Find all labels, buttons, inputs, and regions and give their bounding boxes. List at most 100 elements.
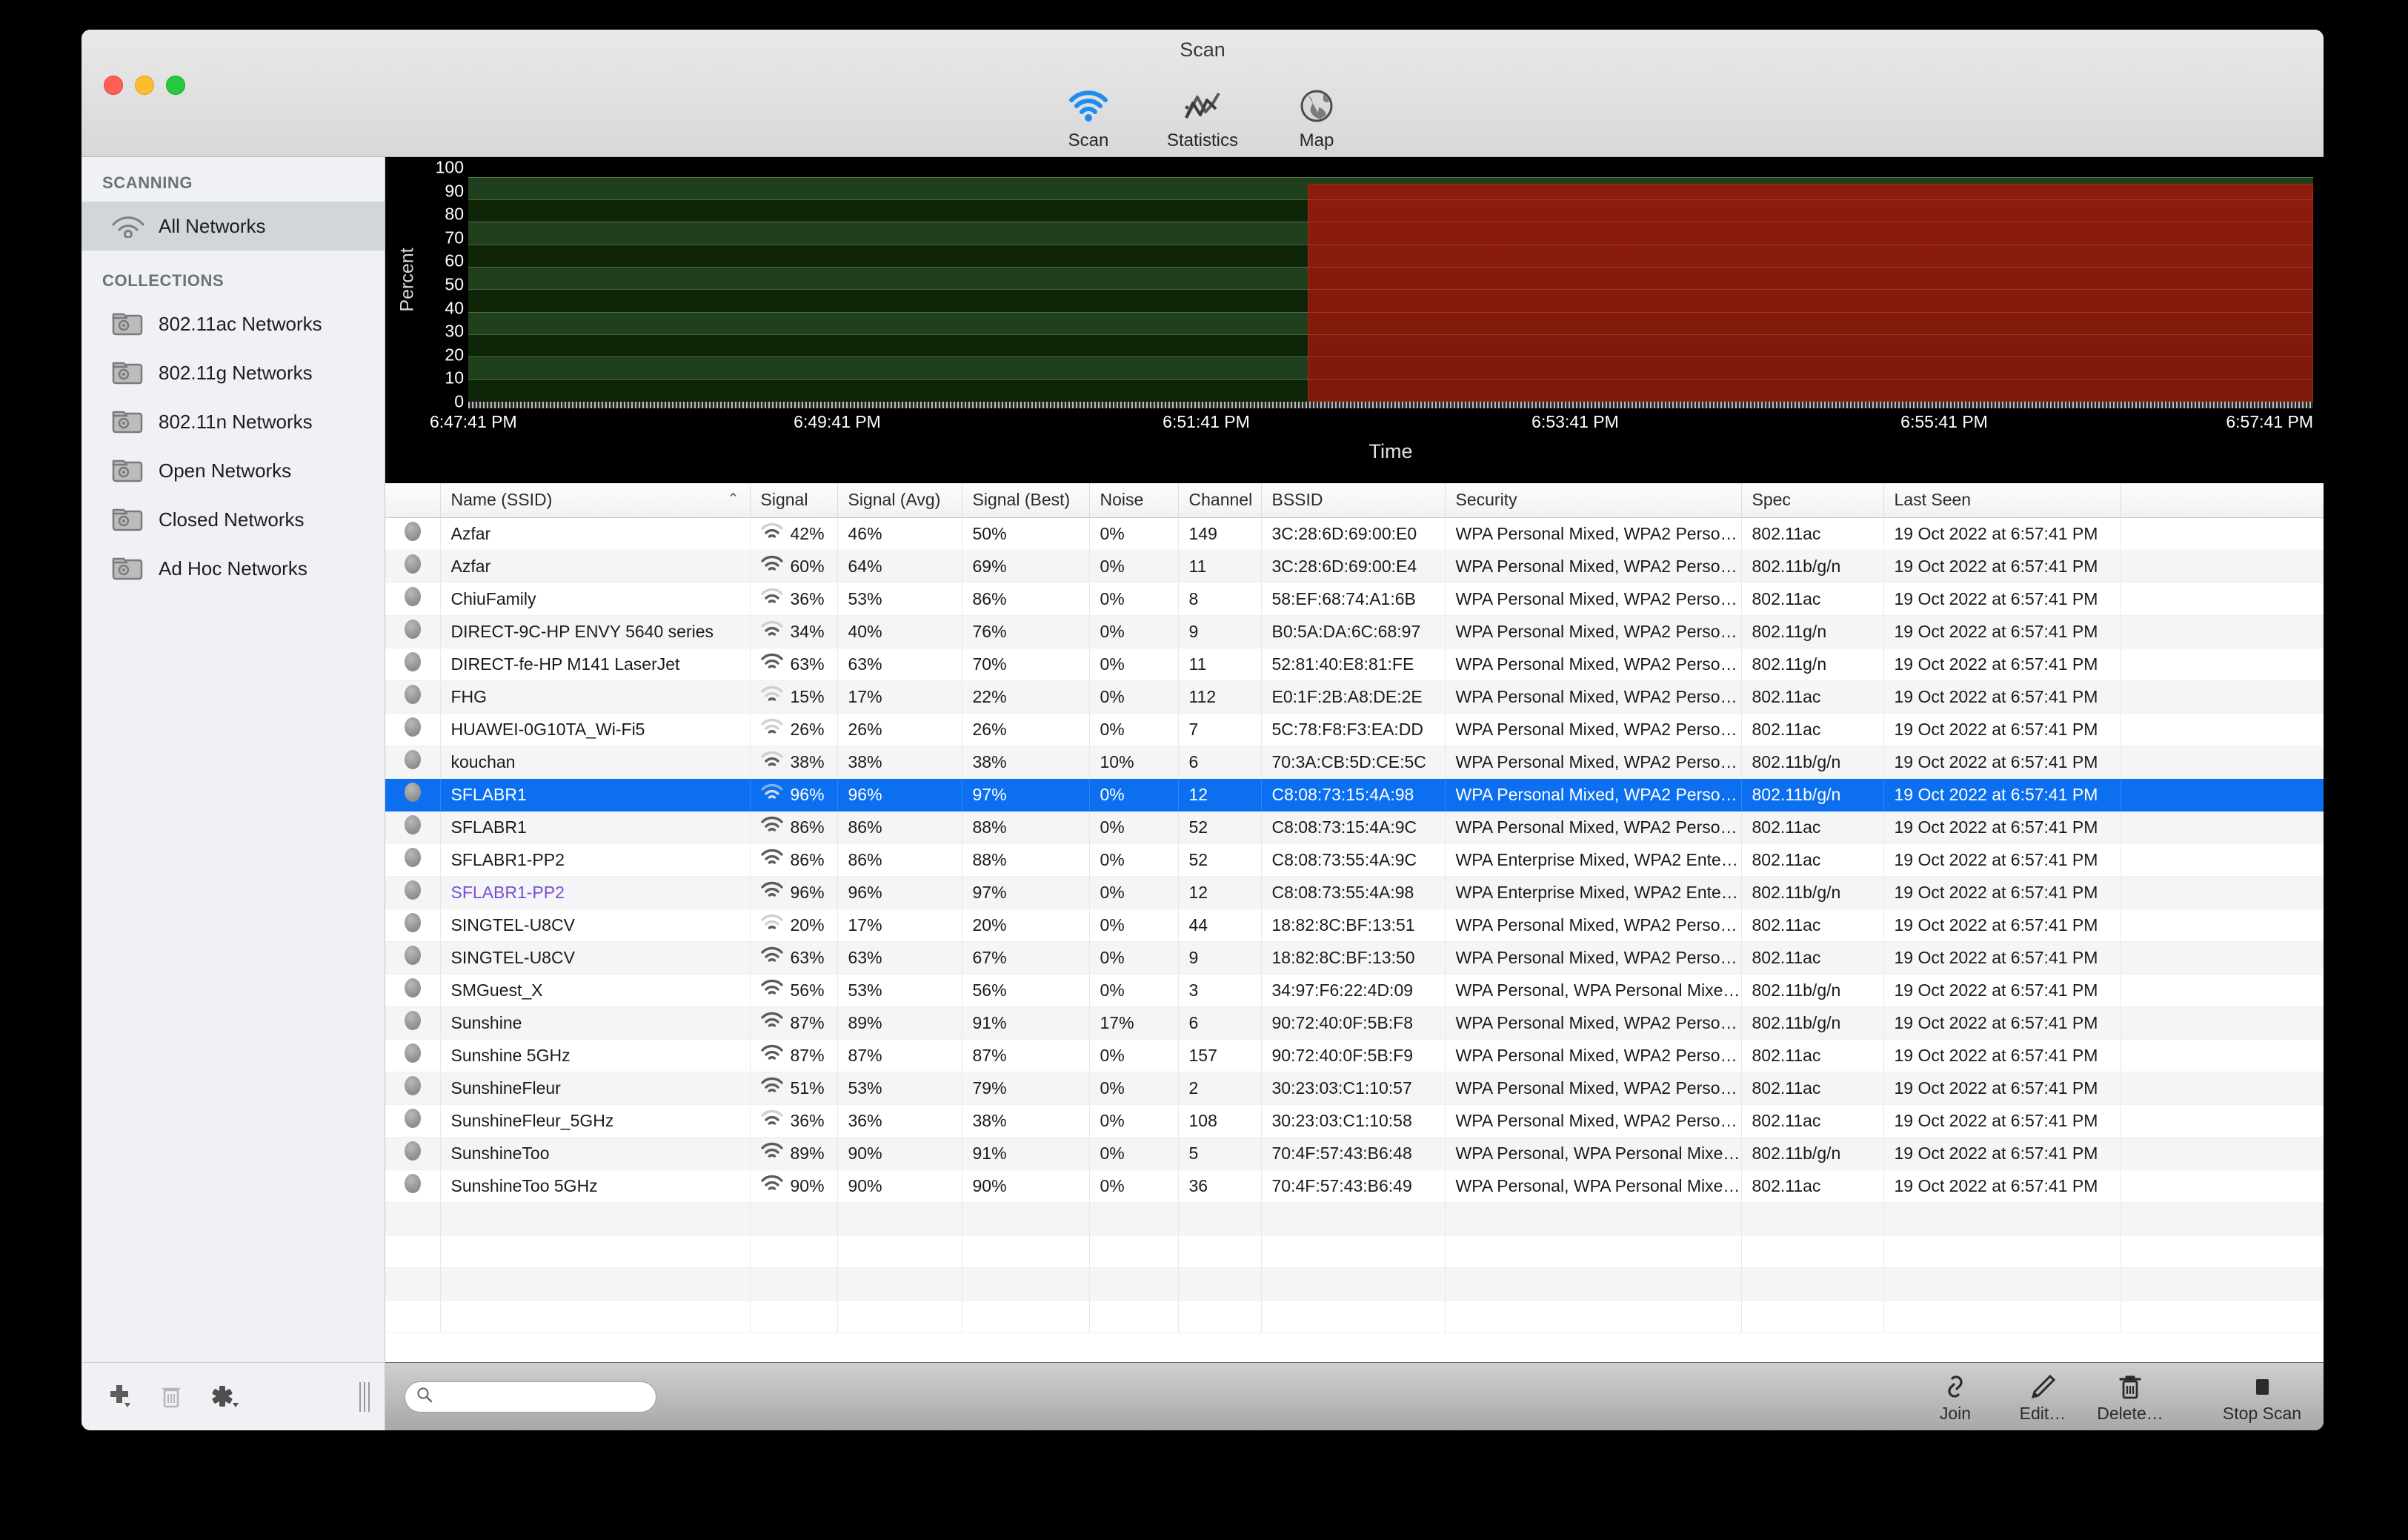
cell-empty (1445, 1300, 1742, 1333)
table-row[interactable]: FHG 15% 17% 22% 0% 112 E0:1F:2B:A8:DE:2E WPA Pe… (385, 680, 2324, 714)
cell-signal-avg: 17% (837, 680, 962, 714)
networks-table-container[interactable]: Name (SSID) ⌃ Signal Signal (Avg) Signal… (385, 483, 2324, 1362)
table-row[interactable]: SINGTEL-U8CV 20% 17% 20% 0% 44 18:82:8C:BF:13:… (385, 909, 2324, 942)
search-field[interactable] (405, 1381, 656, 1413)
table-row[interactable]: kouchan 38% 38% 38% 10% 6 70:3A:CB:5D:CE:5C WPA… (385, 746, 2324, 779)
table-header-security[interactable]: Security (1445, 483, 1742, 518)
cell-signal-avg: 26% (837, 713, 962, 746)
sidebar-item-802-11ac-networks[interactable]: 802.11ac Networks (82, 299, 385, 348)
table-header-spec[interactable]: Spec (1741, 483, 1884, 518)
cell-empty (962, 1202, 1090, 1235)
sidebar-item-802-11n-networks[interactable]: 802.11n Networks (82, 397, 385, 446)
cell-security: WPA Personal Mixed, WPA2 Person… (1445, 648, 1742, 681)
sidebar-item-all-networks[interactable]: All Networks (82, 202, 385, 250)
chart-gridline (1307, 199, 2313, 200)
table-row-empty[interactable] (385, 1235, 2324, 1268)
cell-last-seen: 19 Oct 2022 at 6:57:41 PM (1883, 1072, 2121, 1105)
table-row[interactable]: SunshineToo 5GHz 90% 90% 90% 0% 36 70:4F:57:43… (385, 1169, 2324, 1203)
table-header-name[interactable]: Name (SSID) ⌃ (440, 483, 751, 518)
cell-signal: 86% (750, 811, 838, 844)
cell-noise: 0% (1089, 517, 1179, 551)
table-header-signal[interactable]: Signal (750, 483, 838, 518)
window-title: Scan (1180, 39, 1225, 61)
delete-button[interactable]: Delete… (2086, 1363, 2174, 1430)
table-row[interactable]: SunshineToo 89% 90% 91% 0% 5 70:4F:57:43:B6:48… (385, 1137, 2324, 1170)
app-window: Scan Scan Statistics Map SCANNING All Ne… (82, 30, 2324, 1430)
table-row[interactable]: SMGuest_X 56% 53% 56% 0% 3 34:97:F6:22:4D:09 WP… (385, 974, 2324, 1007)
table-row[interactable]: Azfar 42% 46% 50% 0% 149 3C:28:6D:69:00:E0 WPA … (385, 517, 2324, 551)
sidebar-item-open-networks[interactable]: Open Networks (82, 446, 385, 495)
cell-bssid: C8:08:73:55:4A:9C (1261, 843, 1446, 877)
table-header-bssid[interactable]: BSSID (1261, 483, 1446, 518)
table-header-signal-best[interactable]: Signal (Best) (962, 483, 1090, 518)
cell-empty (1741, 1300, 1884, 1333)
cell-pad (2121, 1072, 2324, 1105)
table-header-signal-avg[interactable]: Signal (Avg) (837, 483, 962, 518)
cell-signal: 87% (750, 1039, 838, 1072)
table-row[interactable]: Sunshine 5GHz 87% 87% 87% 0% 157 90:72:40:0F:5… (385, 1039, 2324, 1072)
signal-strength-icon (760, 620, 783, 643)
chart-x-tick: 6:53:41 PM (1531, 412, 1619, 431)
sidebar-item-ad-hoc-networks[interactable]: Ad Hoc Networks (82, 544, 385, 593)
cell-pad (2121, 1169, 2324, 1203)
cell-status-dot (385, 648, 441, 681)
cell-name: SFLABR1 (440, 811, 751, 844)
cell-signal: 96% (750, 876, 838, 909)
cell-signal: 60% (750, 550, 838, 583)
line-chart-icon (1183, 83, 1223, 129)
table-header-last-seen[interactable]: Last Seen (1883, 483, 2121, 518)
table-body: Azfar 42% 46% 50% 0% 149 3C:28:6D:69:00:E0 WPA … (385, 517, 2324, 1333)
table-header-channel[interactable]: Channel (1178, 483, 1262, 518)
cell-channel: 12 (1178, 876, 1262, 909)
cell-channel: 36 (1178, 1169, 1262, 1203)
table-row[interactable]: DIRECT-fe-HP M141 LaserJet 63% 63% 70% 0% 11 5… (385, 648, 2324, 681)
sidebar-resize-grip[interactable] (359, 1382, 371, 1412)
table-row-empty[interactable] (385, 1267, 2324, 1301)
cell-status-dot (385, 746, 441, 779)
table-header-dot[interactable] (385, 483, 441, 518)
cell-status-dot (385, 1169, 441, 1203)
table-row[interactable]: ChiuFamily 36% 53% 86% 0% 8 58:EF:68:74:A1:6B W… (385, 583, 2324, 616)
signal-strength-icon (760, 555, 783, 577)
table-row-empty[interactable] (385, 1202, 2324, 1235)
add-collection-button[interactable] (102, 1382, 133, 1412)
status-dot-icon (404, 880, 421, 900)
signal-value: 34% (790, 621, 825, 641)
table-row[interactable]: DIRECT-9C-HP ENVY 5640 series 34% 40% 76% 0%… (385, 615, 2324, 648)
cell-status-dot (385, 713, 441, 746)
cell-pad (2121, 876, 2324, 909)
table-row-empty[interactable] (385, 1300, 2324, 1333)
cell-channel: 3 (1178, 974, 1262, 1007)
stop-scan-button[interactable]: Stop Scan (2218, 1363, 2306, 1430)
delete-collection-button[interactable] (159, 1382, 184, 1412)
toolbar-item-map[interactable]: Map (1274, 83, 1360, 151)
sidebar-item-closed-networks[interactable]: Closed Networks (82, 495, 385, 544)
sidebar-item-802-11g-networks[interactable]: 802.11g Networks (82, 348, 385, 397)
collection-action-button[interactable] (209, 1382, 243, 1412)
cell-empty (1883, 1202, 2121, 1235)
cell-pad (2121, 1039, 2324, 1072)
table-row[interactable]: SFLABR1 86% 86% 88% 0% 52 C8:08:73:15:4A:9C WPA… (385, 811, 2324, 844)
table-row[interactable]: SFLABR1-PP2 96% 96% 97% 0% 12 C8:08:73:55:4A:9… (385, 876, 2324, 909)
join-button[interactable]: Join (1912, 1363, 1999, 1430)
table-header-noise[interactable]: Noise (1089, 483, 1179, 518)
cell-security: WPA Personal Mixed, WPA2 Person… (1445, 550, 1742, 583)
cell-security: WPA Personal Mixed, WPA2 Person… (1445, 680, 1742, 714)
table-row[interactable]: HUAWEI-0G10TA_Wi-Fi5 26% 26% 26% 0% 7 5C:78:F8… (385, 713, 2324, 746)
table-header-pad[interactable] (2121, 483, 2324, 518)
table-row[interactable]: SunshineFleur_5GHz 36% 36% 38% 0% 108 30:23:03… (385, 1104, 2324, 1138)
cell-last-seen: 19 Oct 2022 at 6:57:41 PM (1883, 1039, 2121, 1072)
table-row[interactable]: SFLABR1-PP2 86% 86% 88% 0% 52 C8:08:73:55:4A:9… (385, 843, 2324, 877)
table-row[interactable]: SFLABR1 96% 96% 97% 0% 12 C8:08:73:15:4A:98 WPA… (385, 778, 2324, 812)
table-row[interactable]: SunshineFleur 51% 53% 79% 0% 2 30:23:03:C1:10:… (385, 1072, 2324, 1105)
edit-button[interactable]: Edit… (1999, 1363, 2086, 1430)
table-row[interactable]: Sunshine 87% 89% 91% 17% 6 90:72:40:0F:5B:F8 WP… (385, 1006, 2324, 1040)
table-row[interactable]: SINGTEL-U8CV 63% 63% 67% 0% 9 18:82:8C:BF:13:5… (385, 941, 2324, 975)
signal-value: 89% (790, 1143, 825, 1163)
chart-y-tick: 10 (445, 368, 464, 388)
toolbar-item-scan[interactable]: Scan (1045, 83, 1131, 151)
toolbar-item-statistics[interactable]: Statistics (1160, 83, 1245, 151)
table-row[interactable]: Azfar 60% 64% 69% 0% 11 3C:28:6D:69:00:E4 WPA P… (385, 550, 2324, 583)
search-input[interactable] (439, 1387, 656, 1407)
chart-y-ticks: 0 10 20 30 40 50 60 70 80 90 100 (421, 157, 464, 411)
